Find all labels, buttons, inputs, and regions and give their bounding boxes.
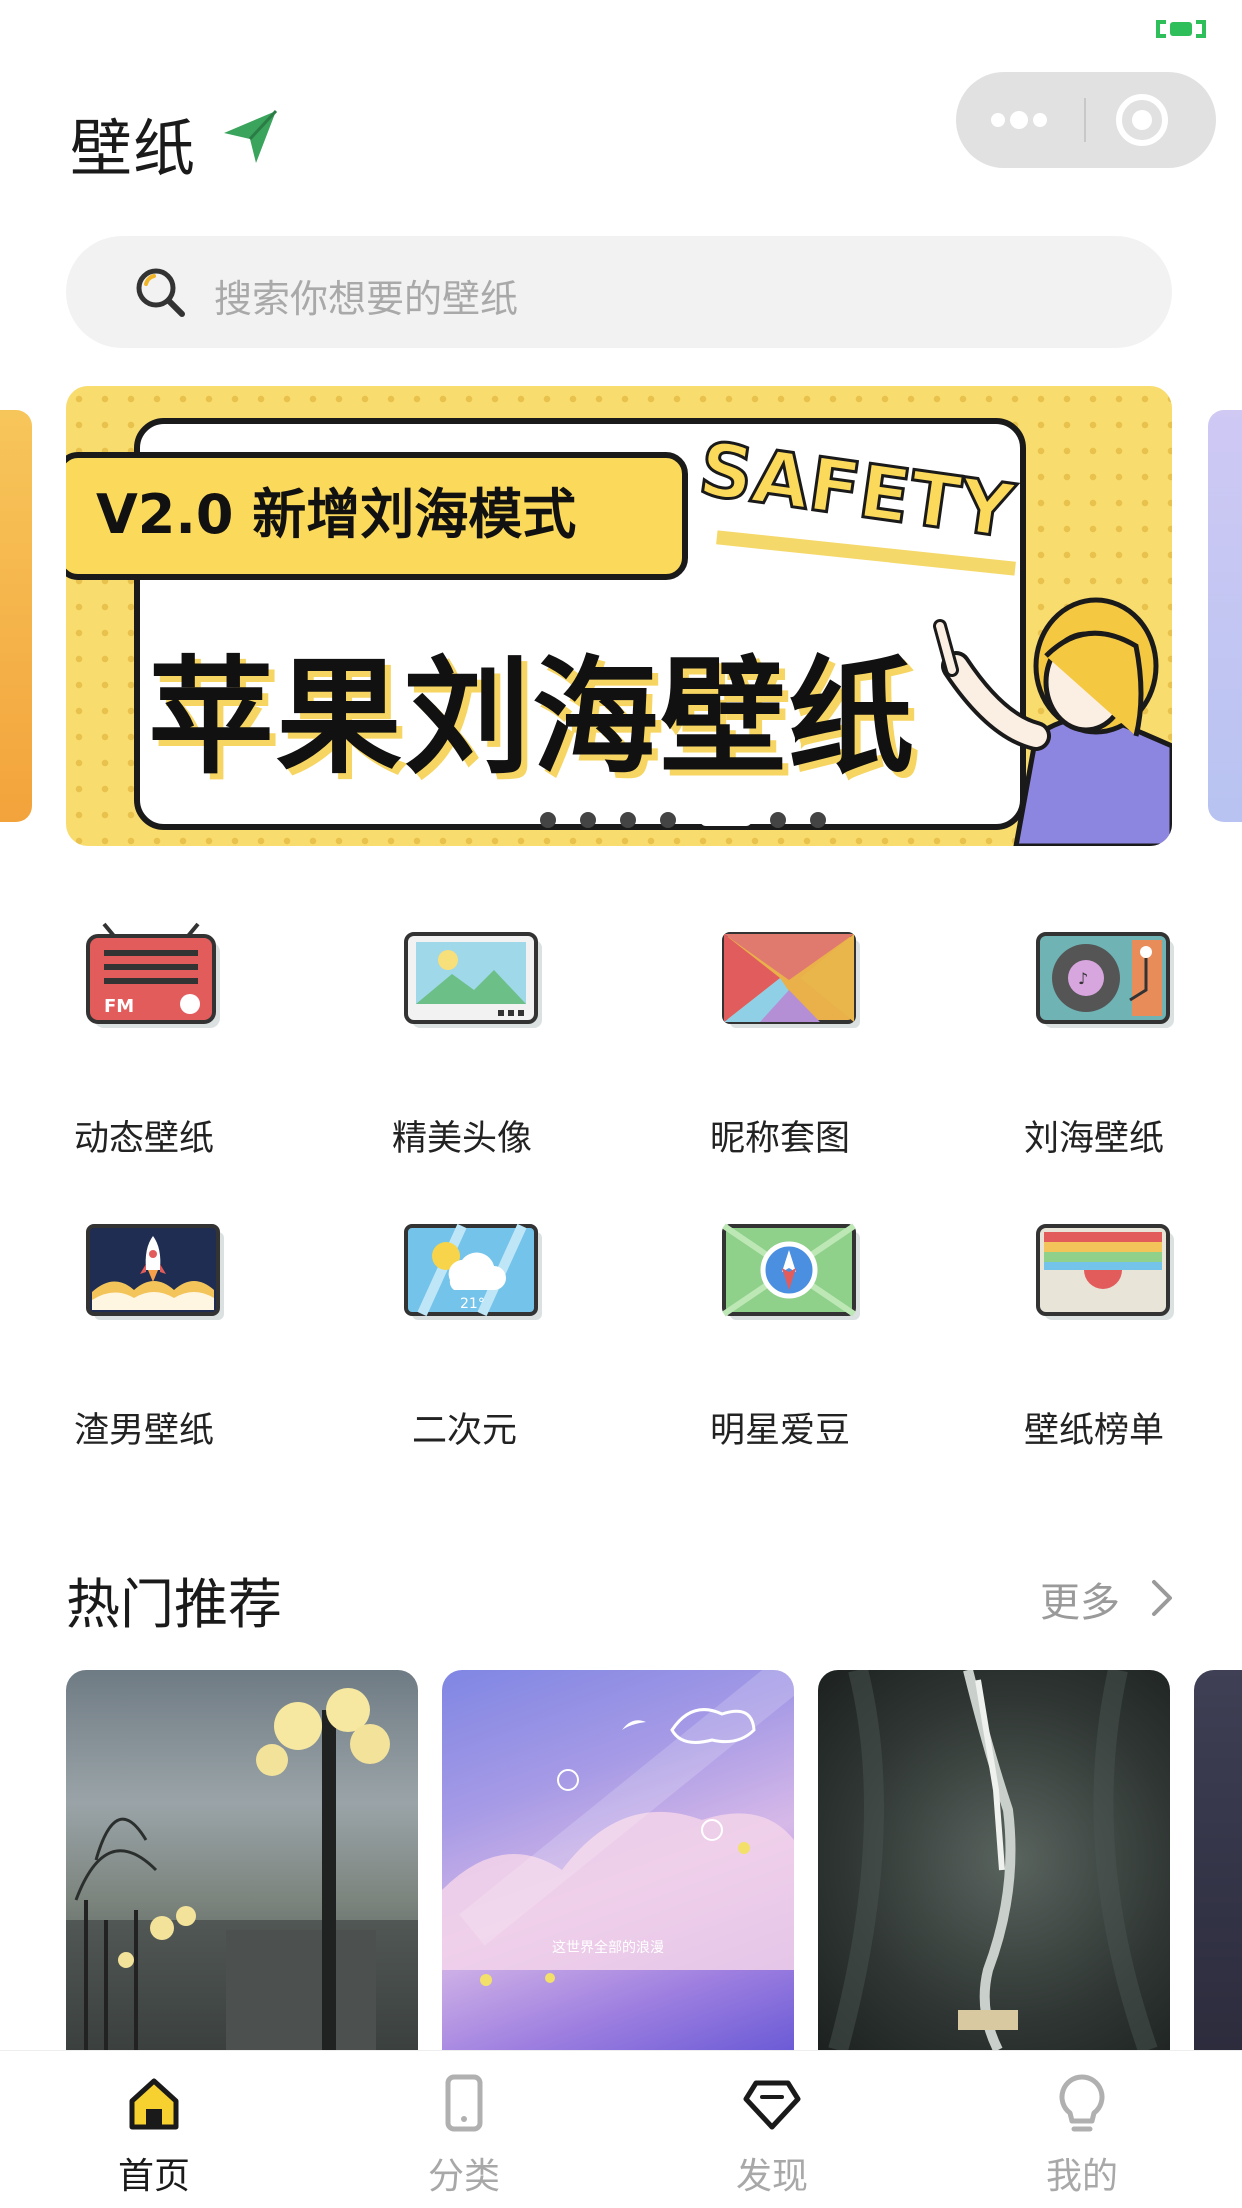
compass-icon <box>722 1223 860 1320</box>
search-icon <box>136 268 185 317</box>
more-dots-icon[interactable] <box>984 96 1054 144</box>
battery-icon <box>1156 20 1206 38</box>
carousel-dot-active[interactable] <box>700 814 752 826</box>
search-placeholder: 搜索你想要的壁纸 <box>214 277 519 321</box>
bottom-tab-bar: 首页 分类 发现 我的 <box>0 2050 1242 2208</box>
chevron-right-icon[interactable] <box>1148 1576 1176 1620</box>
category-anime[interactable]: 21° 二次元 <box>392 1212 632 1512</box>
category-wallpaper-ranking[interactable]: 壁纸榜单 <box>1024 1212 1242 1512</box>
category-avatar[interactable]: 精美头像 <box>392 920 632 1220</box>
category-label: 精美头像 <box>392 1119 533 1159</box>
tab-label: 分类 <box>427 2156 500 2197</box>
banner-prev-peek[interactable] <box>0 410 32 822</box>
tab-label: 首页 <box>117 2156 190 2197</box>
mini-program-capsule <box>956 72 1216 168</box>
purple-sky-thumbnail[interactable]: 这世界全部的浪漫 <box>442 1670 794 2050</box>
carousel-dot[interactable] <box>620 812 636 828</box>
category-label: 明星爱豆 <box>710 1411 851 1451</box>
banner-carousel[interactable]: V2.0 新增刘海模式 SAFETY 苹果刘海壁纸 <box>66 386 1172 846</box>
carousel-dot[interactable] <box>770 812 786 828</box>
category-notch-wallpaper[interactable]: ♪ 刘海壁纸 <box>1024 920 1242 1220</box>
section-title-hot: 热门推荐 <box>66 1573 282 1636</box>
carousel-dot[interactable] <box>540 812 556 828</box>
page-title: 壁纸 <box>70 112 197 185</box>
search-bar[interactable]: 搜索你想要的壁纸 <box>66 236 1172 348</box>
category-dynamic-wallpaper[interactable]: FM 动态壁纸 <box>74 920 314 1220</box>
aerial-train-art <box>828 1670 1158 2050</box>
svg-text:FM: FM <box>104 996 134 1017</box>
next-thumbnail-peek[interactable] <box>1194 1670 1242 2050</box>
svg-text:♪: ♪ <box>1078 969 1088 988</box>
svg-text:21°: 21° <box>460 1296 485 1312</box>
rocket-icon <box>86 1224 224 1320</box>
category-label: 刘海壁纸 <box>1024 1119 1165 1159</box>
carousel-dot[interactable] <box>580 812 596 828</box>
street-lamps-thumbnail[interactable] <box>66 1670 418 2050</box>
category-bad-boy-wallpaper[interactable]: 渣男壁纸 <box>74 1212 314 1512</box>
wallpaper-home-page: 壁纸 搜索你想要的壁纸 V2.0 新增刘海模式 SAFETY 苹果刘海壁纸 FM… <box>0 0 1242 2208</box>
record-player-icon: ♪ <box>1036 932 1174 1028</box>
banner-next-peek[interactable] <box>1208 410 1242 822</box>
carousel-indicator <box>540 810 840 830</box>
more-link[interactable]: 更多 <box>1040 1570 1120 1628</box>
street-lamps-art <box>66 1688 418 2050</box>
category-label: 昵称套图 <box>710 1119 851 1159</box>
radio-icon: FM <box>86 922 220 1028</box>
tab-label: 我的 <box>1045 2156 1118 2197</box>
category-star-idol[interactable]: 明星爱豆 <box>710 1212 950 1512</box>
category-label: 壁纸榜单 <box>1024 1411 1165 1451</box>
tab-home[interactable]: 首页 <box>54 2051 254 2208</box>
tab-discover[interactable]: 发现 <box>672 2051 872 2208</box>
girl-pointing-illustration <box>933 597 1172 846</box>
banner-subtitle: V2.0 新增刘海模式 <box>96 483 577 546</box>
envelope-icon <box>722 932 860 1028</box>
diamond-icon <box>743 2080 801 2130</box>
carousel-dot[interactable] <box>660 812 676 828</box>
category-nickname-set[interactable]: 昵称套图 <box>710 920 950 1220</box>
category-label: 动态壁纸 <box>74 1119 215 1159</box>
tab-label: 发现 <box>735 2156 808 2197</box>
bulb-icon <box>1059 2074 1105 2132</box>
carousel-dot[interactable] <box>810 812 826 828</box>
target-icon[interactable] <box>1114 92 1170 148</box>
picture-frame-icon <box>404 932 542 1028</box>
banner-title: 苹果刘海壁纸 <box>148 644 916 791</box>
phone-icon <box>445 2074 483 2132</box>
home-icon <box>129 2078 179 2130</box>
purple-sky-caption: 这世界全部的浪漫 <box>552 1939 664 1956</box>
wallet-icon <box>1036 1224 1174 1320</box>
send-icon[interactable] <box>220 107 280 167</box>
capsule-divider <box>1084 98 1086 142</box>
aerial-train-thumbnail[interactable] <box>818 1670 1170 2050</box>
purple-sky-art: 这世界全部的浪漫 <box>442 1670 794 1986</box>
tab-category[interactable]: 分类 <box>364 2051 564 2208</box>
weather-icon: 21° <box>404 1223 542 1320</box>
category-label: 二次元 <box>412 1411 518 1451</box>
tab-mine[interactable]: 我的 <box>982 2051 1182 2208</box>
category-label: 渣男壁纸 <box>74 1411 215 1451</box>
